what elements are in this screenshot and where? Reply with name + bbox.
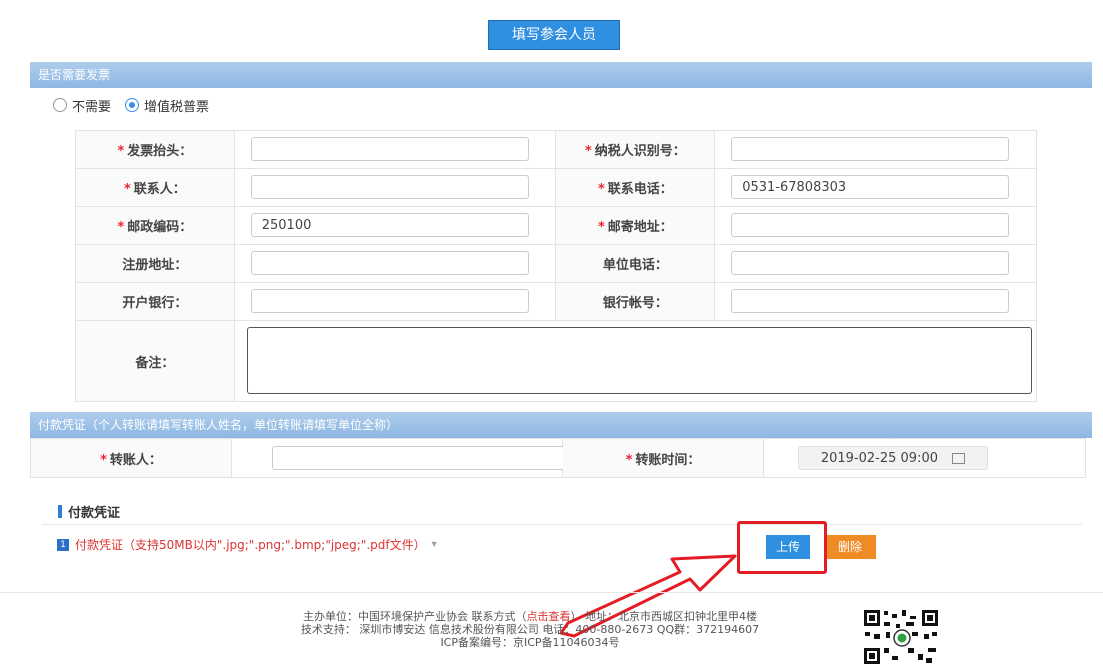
annotation-arrow <box>559 554 737 638</box>
footer-divider <box>0 592 1103 593</box>
footer: 主办单位：中国环境保护产业协会 联系方式（点击查看） 地址：北京市西城区扣钟北里… <box>200 610 860 649</box>
footer-line-2: 技术支持： 深圳市博安达 信息技术股份有限公司 电话：400-880-2673 … <box>300 623 760 636</box>
contact-link[interactable]: 点击查看 <box>527 610 571 623</box>
qr-code-icon <box>862 608 940 666</box>
footer-line-1: 主办单位：中国环境保护产业协会 联系方式（点击查看） 地址：北京市西城区扣钟北里… <box>303 610 757 623</box>
footer-line-3: ICP备案编号：京ICP备11046034号 <box>440 636 620 649</box>
